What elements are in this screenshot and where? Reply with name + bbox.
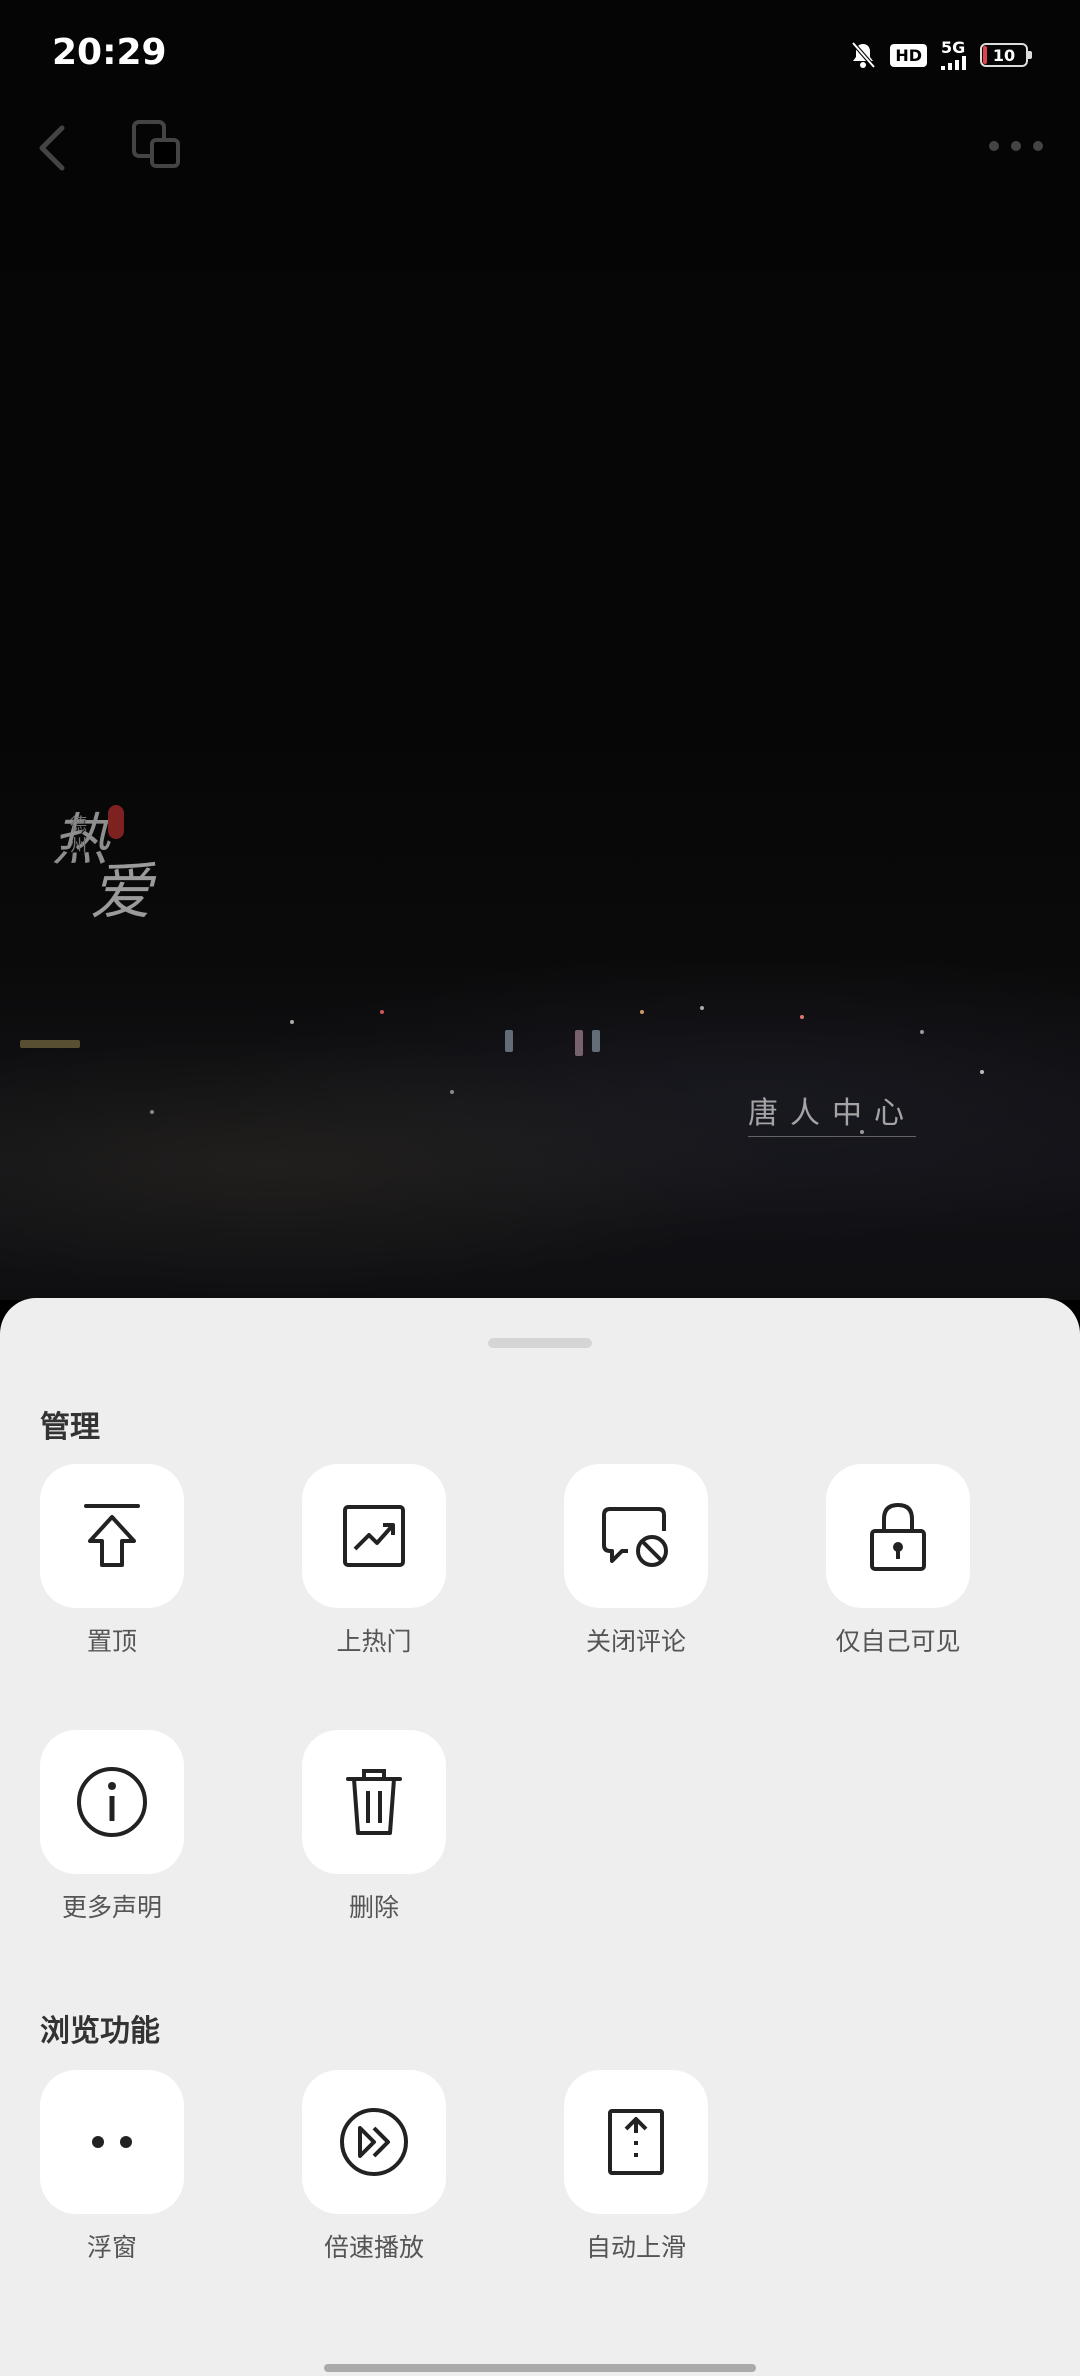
video-watermark-logo: 热 德州 爱 [52,795,162,928]
signal-icon: 5G [941,40,966,70]
more-statement-label: 更多声明 [61,1893,162,1922]
pin-top-label: 置顶 [86,1627,137,1656]
floating-window-tile[interactable] [40,2070,184,2214]
video-caption: 唐人中心 [748,1088,916,1137]
pin-top-tile[interactable] [40,1464,184,1608]
info-icon [77,1767,147,1837]
status-bar: 20:29 HD 5G 10 [0,0,1080,110]
pin-top-icon [84,1504,140,1567]
auto-scroll-tile[interactable] [564,2070,708,2214]
close-comments-label: 关闭评论 [585,1627,686,1656]
lock-icon [870,1502,926,1571]
battery-icon: 10 [980,43,1032,67]
private-visibility-label: 仅自己可见 [835,1627,961,1656]
floating-window-button[interactable]: 浮窗 [40,2070,184,2264]
battery-level: 10 [992,45,1016,65]
auto-scroll-icon [608,2109,664,2175]
close-comments-button[interactable]: 关闭评论 [564,1464,708,1658]
status-icons: HD 5G 10 [850,40,1032,70]
chevron-left-icon[interactable] [30,118,74,178]
more-horizontal-icon[interactable] [986,136,1046,156]
action-sheet: 管理 置顶 上热门 关闭评论 仅自己可见 更多声明 删除 浏览功能 浮窗 倍速播… [0,1298,1080,2376]
delete-label: 删除 [348,1893,399,1922]
speed-play-tile[interactable] [302,2070,446,2214]
sheet-drag-handle[interactable] [488,1338,592,1348]
auto-scroll-button[interactable]: 自动上滑 [564,2070,708,2264]
more-statement-button[interactable]: 更多声明 [40,1730,184,1924]
picture-in-picture-icon[interactable] [128,116,184,172]
comment-off-icon [602,1507,668,1567]
watermark-seal [108,805,124,839]
private-visibility-tile[interactable] [826,1464,970,1608]
watermark-small-text: 德州 [70,815,87,856]
close-comments-tile[interactable] [564,1464,708,1608]
trash-icon [346,1769,402,1835]
video-player[interactable] [0,0,1080,1300]
trending-icon [343,1505,405,1567]
section-title-browse: 浏览功能 [40,2014,160,2049]
section-title-manage: 管理 [40,1410,100,1445]
speed-play-label: 倍速播放 [323,2233,424,2262]
watermark-char-2: 爱 [90,855,153,928]
status-time: 20:29 [52,32,167,73]
auto-scroll-label: 自动上滑 [585,2233,686,2262]
private-visibility-button[interactable]: 仅自己可见 [826,1464,970,1658]
delete-button[interactable]: 删除 [302,1730,446,1924]
promote-label: 上热门 [336,1627,412,1656]
promote-button[interactable]: 上热门 [302,1464,446,1658]
bell-off-icon [851,41,876,69]
floating-window-icon [92,2136,132,2148]
floating-window-label: 浮窗 [86,2233,137,2262]
hd-badge: HD [890,43,927,67]
promote-tile[interactable] [302,1464,446,1608]
home-indicator[interactable] [324,2364,756,2372]
delete-tile[interactable] [302,1730,446,1874]
speed-play-icon [340,2108,408,2176]
pin-top-button[interactable]: 置顶 [40,1464,184,1658]
city-night-scene [0,960,1080,1300]
network-type: 5G [941,38,966,57]
speed-play-button[interactable]: 倍速播放 [302,2070,446,2264]
more-statement-tile[interactable] [40,1730,184,1874]
